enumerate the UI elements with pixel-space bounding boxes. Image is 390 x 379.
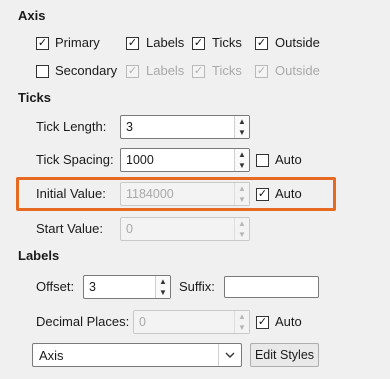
- decimal-auto-label: Auto: [275, 314, 302, 329]
- tick-spacing-auto-checkbox[interactable]: [256, 154, 269, 167]
- spin-up-icon[interactable]: ▲: [156, 276, 170, 287]
- spin-up-icon: ▲: [238, 312, 246, 321]
- check-icon: ✓: [256, 188, 269, 201]
- label-style-value: Axis: [39, 348, 64, 363]
- offset-value[interactable]: 3: [89, 280, 96, 294]
- ticks-checkbox[interactable]: ✓: [192, 37, 205, 50]
- check-icon: ✓: [192, 37, 205, 50]
- start-value-spinner: 0 ▲ ▼: [120, 217, 250, 241]
- initial-value-value: 1184000: [126, 187, 174, 201]
- start-value-value: 0: [126, 222, 133, 236]
- secondary-ticks-checkbox: ✓: [192, 65, 205, 78]
- ticks-label: Ticks: [212, 35, 242, 50]
- check-icon: ✓: [255, 65, 268, 78]
- secondary-outside-checkbox: ✓: [255, 65, 268, 78]
- edit-styles-button[interactable]: Edit Styles: [250, 343, 319, 367]
- initial-value-spinner: 1184000 ▲ ▼: [120, 182, 250, 206]
- primary-label: Primary: [55, 35, 100, 50]
- suffix-label: Suffix:: [179, 279, 215, 294]
- tick-spacing-label: Tick Spacing:: [36, 152, 114, 167]
- spin-down-icon[interactable]: ▼: [235, 127, 249, 138]
- check-icon: ✓: [126, 37, 139, 50]
- secondary-labels-label: Labels: [146, 63, 185, 78]
- check-icon: ✓: [36, 37, 49, 50]
- spin-up-icon[interactable]: ▲: [235, 149, 249, 160]
- initial-value-auto-checkbox[interactable]: ✓: [256, 188, 269, 201]
- decimal-places-label: Decimal Places:: [36, 314, 130, 329]
- spin-up-icon: ▲: [238, 219, 246, 228]
- check-icon: ✓: [126, 65, 139, 78]
- tick-spacing-auto-label: Auto: [275, 152, 302, 167]
- spin-down-icon[interactable]: ▼: [156, 287, 170, 298]
- secondary-checkbox[interactable]: [36, 65, 49, 78]
- labels-label: Labels: [146, 35, 185, 50]
- tick-spacing-value[interactable]: 1000: [126, 153, 154, 167]
- secondary-labels-checkbox: ✓: [126, 65, 139, 78]
- initial-value-label: Initial Value:: [36, 186, 106, 201]
- tick-length-spinner[interactable]: 3 ▲ ▼: [120, 115, 250, 139]
- start-value-label: Start Value:: [36, 221, 103, 236]
- check-icon: ✓: [256, 316, 269, 329]
- offset-label: Offset:: [36, 279, 75, 294]
- decimal-places-value: 0: [139, 315, 146, 329]
- suffix-input[interactable]: [224, 276, 319, 298]
- labels-checkbox[interactable]: ✓: [126, 37, 139, 50]
- secondary-outside-label: Outside: [275, 63, 320, 78]
- ticks-section-title: Ticks: [18, 90, 52, 105]
- spin-down-icon: ▼: [238, 195, 246, 204]
- initial-value-auto-label: Auto: [275, 186, 302, 201]
- spin-up-icon: ▲: [238, 184, 246, 193]
- decimal-auto-checkbox[interactable]: ✓: [256, 316, 269, 329]
- spin-down-icon: ▼: [238, 323, 246, 332]
- secondary-label: Secondary: [55, 63, 118, 78]
- spin-down-icon: ▼: [238, 230, 246, 239]
- label-style-select[interactable]: Axis: [32, 343, 242, 367]
- tick-spacing-spinner[interactable]: 1000 ▲ ▼: [120, 148, 250, 172]
- labels-section-title: Labels: [18, 248, 60, 263]
- axis-section-title: Axis: [18, 8, 46, 23]
- outside-label: Outside: [275, 35, 320, 50]
- spin-down-icon[interactable]: ▼: [235, 160, 249, 171]
- primary-checkbox[interactable]: ✓: [36, 37, 49, 50]
- spin-up-icon[interactable]: ▲: [235, 116, 249, 127]
- chevron-down-icon[interactable]: [218, 344, 241, 366]
- tick-length-label: Tick Length:: [36, 119, 107, 134]
- check-icon: ✓: [255, 37, 268, 50]
- decimal-places-spinner: 0 ▲ ▼: [133, 310, 250, 334]
- outside-checkbox[interactable]: ✓: [255, 37, 268, 50]
- tick-length-value[interactable]: 3: [126, 120, 133, 134]
- offset-spinner[interactable]: 3 ▲ ▼: [83, 275, 171, 299]
- secondary-ticks-label: Ticks: [212, 63, 242, 78]
- check-icon: ✓: [192, 65, 205, 78]
